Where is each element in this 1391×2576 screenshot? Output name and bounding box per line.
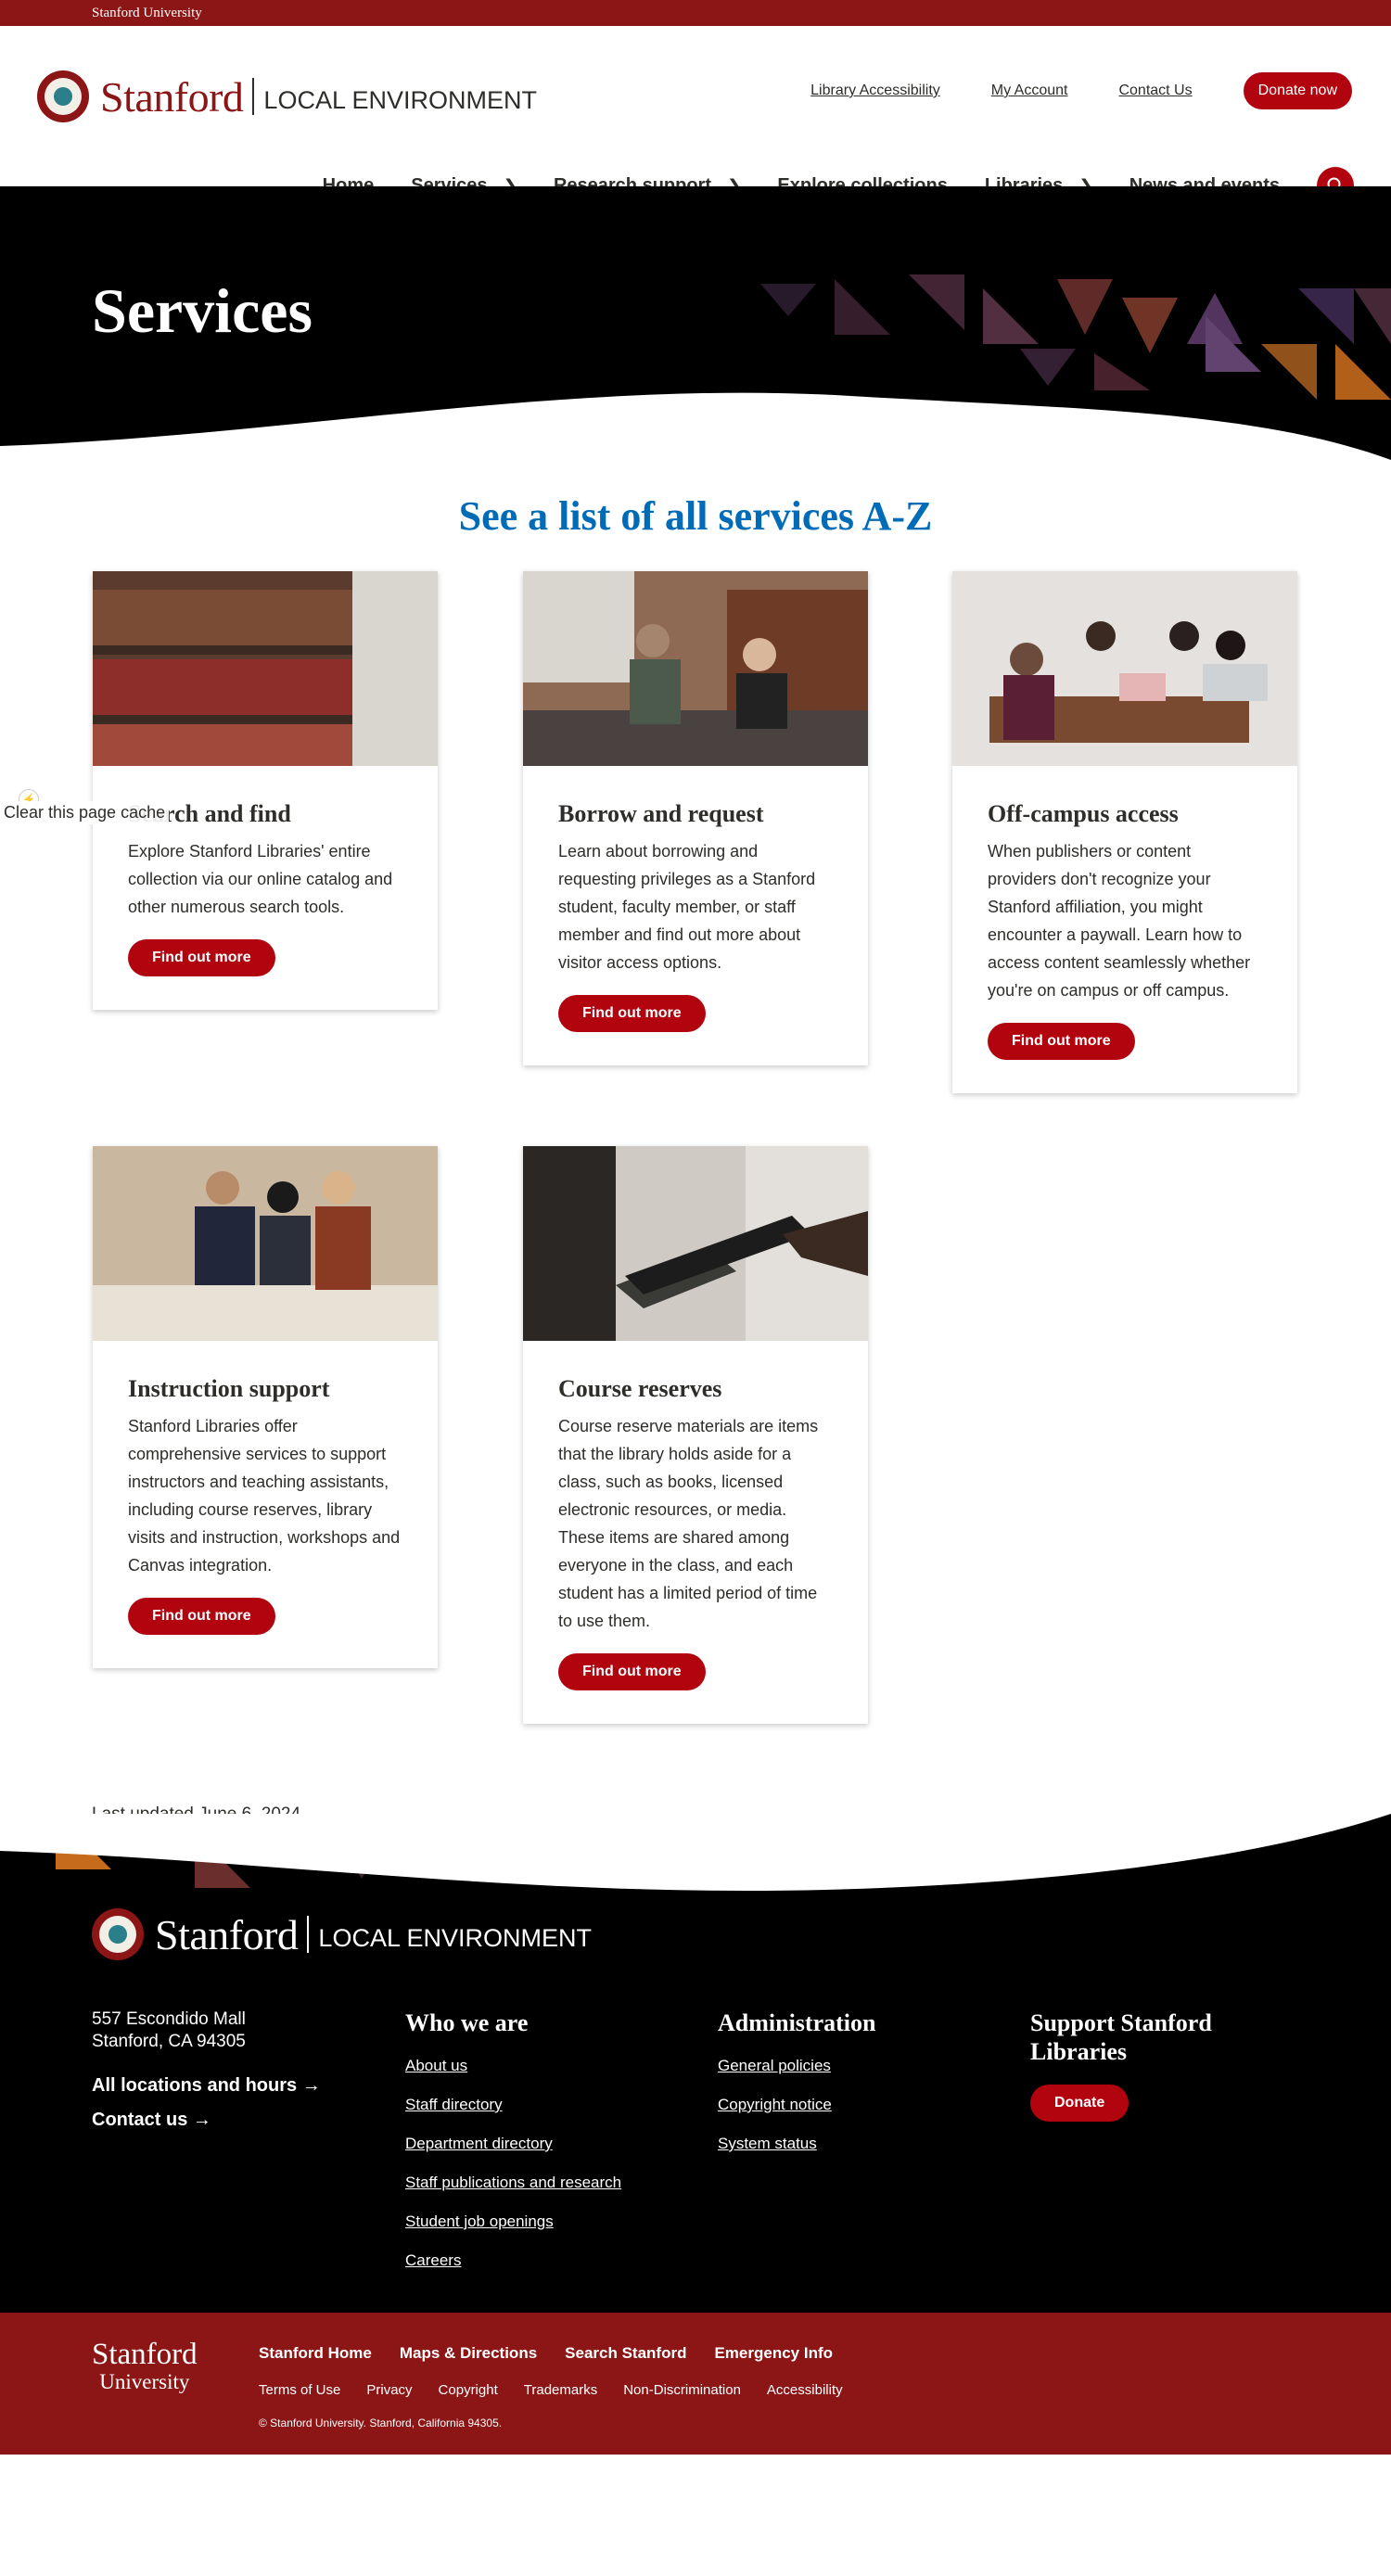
site-footer: Stanford LOCAL ENVIRONMENT 557 Escondido… <box>0 1814 1391 2313</box>
footer-brand-site-name: LOCAL ENVIRONMENT <box>318 1923 592 1952</box>
services-az-link[interactable]: See a list of all services A-Z <box>459 493 933 539</box>
su-logo-line2: University <box>99 2370 190 2393</box>
accessibility-link[interactable]: Accessibility <box>767 2382 843 2398</box>
stanford-seal-icon <box>37 70 89 122</box>
global-primary-links: Stanford Home Maps & Directions Search S… <box>259 2344 861 2363</box>
about-us-link[interactable]: About us <box>405 2056 621 2076</box>
footer-wave <box>0 1814 1391 1892</box>
careers-link[interactable]: Careers <box>405 2251 621 2271</box>
card-image <box>523 571 868 766</box>
footer-contact: 557 Escondido Mall Stanford, CA 94305 Al… <box>92 2009 321 2131</box>
brand-site-name: LOCAL ENVIRONMENT <box>263 85 537 114</box>
stanford-home-link[interactable]: Stanford Home <box>259 2344 372 2363</box>
card-text: Explore Stanford Libraries' entire colle… <box>128 842 393 916</box>
page-hero: Services <box>0 186 1391 460</box>
page-title: Services <box>92 275 313 346</box>
library-accessibility-link[interactable]: Library Accessibility <box>810 83 940 99</box>
card-search-and-find: Search and find Explore Stanford Librari… <box>93 571 438 1010</box>
footer-contact-link[interactable]: Contact us → <box>92 2110 321 2131</box>
system-status-link[interactable]: System status <box>718 2134 875 2154</box>
contact-us-link[interactable]: Contact Us <box>1118 83 1192 99</box>
staff-publications-link[interactable]: Staff publications and research <box>405 2173 621 2193</box>
terms-of-use-link[interactable]: Terms of Use <box>259 2382 340 2398</box>
stanford-seal-icon <box>92 1908 144 1960</box>
book-handoff-image <box>523 1146 868 1341</box>
footer-support: Support Stanford Libraries Donate <box>1030 2009 1308 2122</box>
emergency-info-link[interactable]: Emergency Info <box>714 2344 833 2363</box>
az-section: See a list of all services A-Z <box>0 460 1391 571</box>
card-title: Borrow and request <box>558 800 764 827</box>
card-title: Search and find <box>128 800 291 827</box>
site-header: Stanford LOCAL ENVIRONMENT Library Acces… <box>0 26 1391 211</box>
stanford-university-link[interactable]: Stanford University <box>92 6 202 20</box>
card-borrow-and-request: Borrow and request Learn about borrowing… <box>523 571 868 1065</box>
su-logo-line1: Stanford <box>92 2338 198 2371</box>
find-out-more-button[interactable]: Find out more <box>558 995 706 1032</box>
card-off-campus-access: Off-campus access When publishers or con… <box>952 571 1297 1093</box>
card-title: Instruction support <box>128 1375 330 1402</box>
card-image <box>93 1146 438 1341</box>
card-text: Stanford Libraries offer comprehensive s… <box>128 1417 401 1575</box>
footer-logo[interactable]: Stanford LOCAL ENVIRONMENT <box>92 1908 592 1960</box>
who-we-are-heading: Who we are <box>405 2009 529 2036</box>
arrow-right-icon: → <box>192 2110 211 2130</box>
footer-donate-button[interactable]: Donate <box>1030 2085 1129 2122</box>
privacy-link[interactable]: Privacy <box>366 2382 412 2398</box>
footer-brand-wordmark: Stanford <box>155 1910 299 1958</box>
card-text: Learn about borrowing and requesting pri… <box>558 842 816 972</box>
arrow-right-icon: → <box>301 2075 321 2096</box>
staff-directory-link[interactable]: Staff directory <box>405 2095 621 2115</box>
card-title: Course reserves <box>558 1375 722 1402</box>
student-job-openings-link[interactable]: Student job openings <box>405 2212 621 2232</box>
stanford-top-strip[interactable]: Stanford University <box>0 0 1391 26</box>
card-image <box>93 571 438 766</box>
find-out-more-button[interactable]: Find out more <box>128 939 275 976</box>
footer-administration: Administration General policies Copyrigh… <box>718 2009 875 2173</box>
find-out-more-button[interactable]: Find out more <box>988 1023 1135 1060</box>
footer-brand-divider <box>307 1916 310 1953</box>
card-instruction-support: Instruction support Stanford Libraries o… <box>93 1146 438 1668</box>
find-out-more-button[interactable]: Find out more <box>558 1653 706 1690</box>
card-image <box>523 1146 868 1341</box>
copyright-text: © Stanford University. Stanford, Califor… <box>259 2417 503 2429</box>
general-policies-link[interactable]: General policies <box>718 2056 875 2076</box>
site-logo[interactable]: Stanford LOCAL ENVIRONMENT <box>37 70 537 122</box>
students-map-image <box>93 1146 438 1341</box>
trademarks-link[interactable]: Trademarks <box>524 2382 597 2398</box>
cache-tooltip[interactable]: Clear this page cache <box>0 801 170 824</box>
support-heading: Support Stanford Libraries <box>1030 2009 1212 2065</box>
utility-nav: Library Accessibility My Account Contact… <box>810 72 1352 109</box>
card-text: Course reserve materials are items that … <box>558 1417 819 1630</box>
all-locations-link[interactable]: All locations and hours → <box>92 2075 321 2097</box>
library-desk-image <box>523 571 868 766</box>
copyright-notice-link[interactable]: Copyright notice <box>718 2095 875 2115</box>
card-title: Off-campus access <box>988 800 1179 827</box>
find-out-more-button[interactable]: Find out more <box>128 1598 275 1635</box>
copyright-link[interactable]: Copyright <box>439 2382 498 2398</box>
card-image <box>952 571 1297 766</box>
brand-wordmark: Stanford <box>100 72 244 121</box>
stanford-global-footer: Stanford University Stanford Home Maps &… <box>0 2313 1391 2455</box>
students-laptops-image <box>952 571 1297 766</box>
search-stanford-link[interactable]: Search Stanford <box>565 2344 686 2363</box>
address-line-2: Stanford, CA 94305 <box>92 2032 246 2051</box>
card-text: When publishers or content providers don… <box>988 842 1251 1000</box>
all-locations-label: All locations and hours <box>92 2075 298 2096</box>
my-account-link[interactable]: My Account <box>991 83 1068 99</box>
footer-contact-label: Contact us <box>92 2110 188 2130</box>
footer-who-we-are: Who we are About us Staff directory Depa… <box>405 2009 621 2289</box>
maps-directions-link[interactable]: Maps & Directions <box>400 2344 537 2363</box>
brand-divider <box>252 78 255 115</box>
non-discrimination-link[interactable]: Non-Discrimination <box>623 2382 741 2398</box>
services-cards: ⚡ Clear this page cache Search and find … <box>0 571 1391 1824</box>
administration-heading: Administration <box>718 2009 876 2036</box>
card-course-reserves: Course reserves Course reserve materials… <box>523 1146 868 1724</box>
stanford-university-logo[interactable]: Stanford University <box>92 2339 198 2394</box>
department-directory-link[interactable]: Department directory <box>405 2134 621 2154</box>
donate-now-button[interactable]: Donate now <box>1243 72 1352 109</box>
address-line-1: 557 Escondido Mall <box>92 2009 246 2029</box>
bookshelf-image <box>93 571 438 766</box>
global-secondary-links: Terms of Use Privacy Copyright Trademark… <box>259 2382 869 2398</box>
